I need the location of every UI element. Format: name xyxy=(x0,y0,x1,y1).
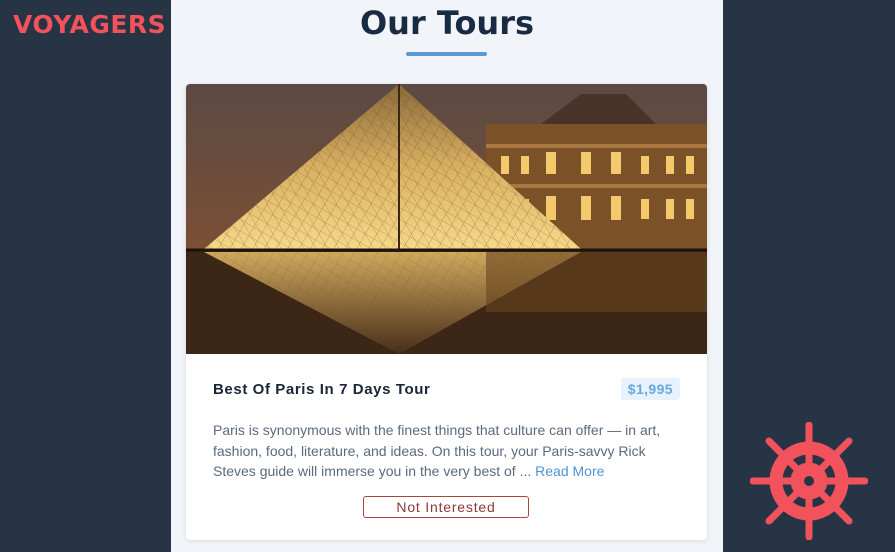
ship-wheel-icon xyxy=(750,422,868,540)
not-interested-button[interactable]: Not Interested xyxy=(363,496,529,518)
title-underline xyxy=(406,52,487,56)
tour-description: Paris is synonymous with the finest thin… xyxy=(213,420,683,482)
read-more-link[interactable]: Read More xyxy=(535,463,604,479)
tour-price-badge: $1,995 xyxy=(620,378,680,400)
tour-title[interactable]: Best Of Paris In 7 Days Tour xyxy=(213,381,430,398)
tour-image xyxy=(186,84,707,354)
main-content: Our Tours Best Of Paris In 7 Days Tour $… xyxy=(171,0,723,552)
brand-logo[interactable]: VOYAGERS xyxy=(13,10,166,39)
tour-card: Best Of Paris In 7 Days Tour $1,995 Pari… xyxy=(186,84,707,540)
page-title: Our Tours xyxy=(359,4,535,42)
